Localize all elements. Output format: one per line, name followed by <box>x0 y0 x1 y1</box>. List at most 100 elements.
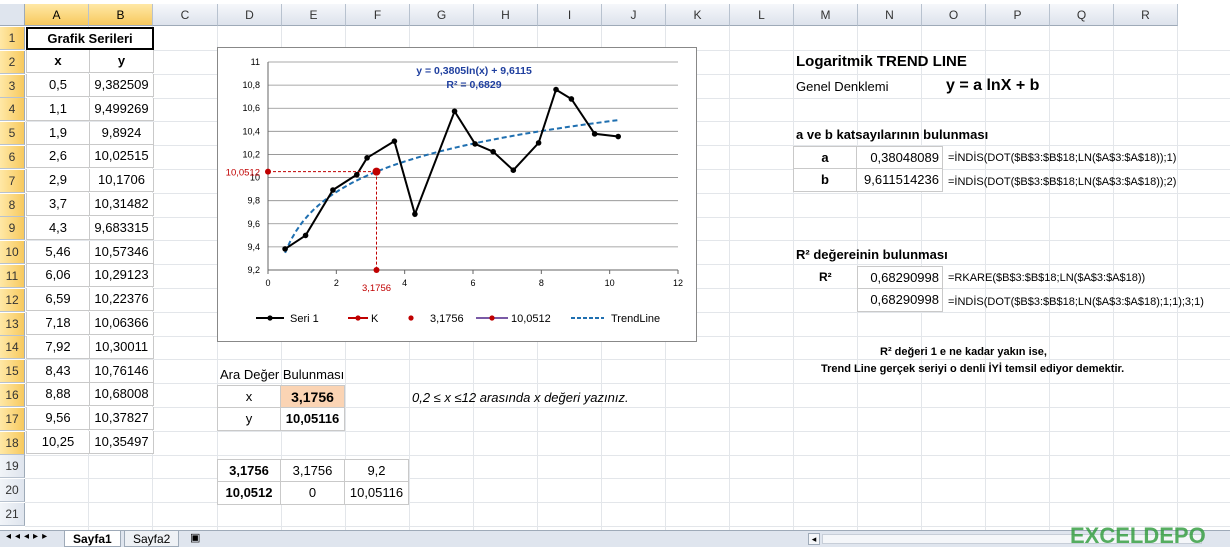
column-header-a[interactable]: A <box>25 4 89 26</box>
y-value-cell[interactable]: 10,57346 <box>90 240 154 264</box>
y-value-cell[interactable]: 10,31482 <box>90 193 154 216</box>
x-marker-point <box>373 267 380 273</box>
x-value-cell[interactable]: 1,9 <box>26 121 90 145</box>
column-header-o[interactable]: O <box>922 4 986 26</box>
x-value-cell[interactable]: 4,3 <box>26 216 90 240</box>
a-value[interactable]: 0,38048089 <box>857 146 943 169</box>
row-header-14[interactable]: 14 <box>0 336 25 360</box>
row-header-4[interactable]: 4 <box>0 98 25 122</box>
tab-nav-arrows-icon[interactable]: ◂◂◂▸▸ <box>6 531 51 542</box>
legend-k-marker <box>355 315 361 321</box>
tab-sayfa1[interactable]: Sayfa1 <box>64 531 121 547</box>
y-value-cell[interactable]: 10,30011 <box>90 335 154 359</box>
y-value-cell[interactable]: 10,06366 <box>90 312 154 335</box>
row-header-10[interactable]: 10 <box>0 241 25 265</box>
column-header-h[interactable]: H <box>474 4 538 26</box>
column-header-q[interactable]: Q <box>1050 4 1114 26</box>
row-header-8[interactable]: 8 <box>0 193 25 217</box>
column-header-i[interactable]: I <box>538 4 602 26</box>
grid-line <box>25 359 1230 361</box>
y-value-cell[interactable]: 10,02515 <box>90 145 154 169</box>
row-header-18[interactable]: 18 <box>0 431 25 455</box>
row-header-16[interactable]: 16 <box>0 384 25 407</box>
row-header-13[interactable]: 13 <box>0 312 25 336</box>
row-header-5[interactable]: 5 <box>0 122 25 146</box>
note-line-2: Trend Line gerçek seriyi o denli İYİ tem… <box>821 363 1125 375</box>
table-title-cell[interactable]: Grafik Serileri <box>26 27 154 50</box>
column-header-p[interactable]: P <box>986 4 1050 26</box>
scroll-left-icon[interactable]: ◂ <box>808 533 820 545</box>
select-all-corner[interactable] <box>0 4 25 26</box>
header-x-cell[interactable]: x <box>26 50 90 73</box>
row-header-9[interactable]: 9 <box>0 217 25 241</box>
b-value[interactable]: 9,611514236 <box>857 169 943 192</box>
column-header-l[interactable]: L <box>730 4 794 26</box>
x-value-cell[interactable]: 8,43 <box>26 359 90 383</box>
x-value-cell[interactable]: 10,25 <box>26 431 90 454</box>
insert-sheet-icon[interactable]: ▣ <box>190 531 200 544</box>
r2-value-2[interactable]: 0,68290998 <box>857 289 943 312</box>
ara-y-value[interactable]: 10,05116 <box>281 408 345 431</box>
ara-x-input[interactable]: 3,1756 <box>281 385 345 408</box>
chart-area[interactable]: 9,2 9,4 9,6 9,8 10 10,2 10,4 10,6 10,8 11 0 2 4 6 8 10 1… <box>217 47 697 342</box>
column-header-g[interactable]: G <box>410 4 474 26</box>
series-point <box>451 108 458 115</box>
tab-sayfa2[interactable]: Sayfa2 <box>124 531 180 547</box>
helper-cell[interactable]: 3,1756 <box>281 459 345 482</box>
grid-line <box>25 407 1230 408</box>
column-header-c[interactable]: C <box>153 4 218 26</box>
column-header-r[interactable]: R <box>1114 4 1178 26</box>
row-header-20[interactable]: 20 <box>0 479 25 503</box>
x-value-cell[interactable]: 6,59 <box>26 288 90 312</box>
row-header-3[interactable]: 3 <box>0 74 25 98</box>
row-header-15[interactable]: 15 <box>0 360 25 384</box>
column-header-f[interactable]: F <box>346 4 410 26</box>
y-value-cell[interactable]: 9,8924 <box>90 121 154 145</box>
x-value-cell[interactable]: 5,46 <box>26 240 90 264</box>
row-header-19[interactable]: 19 <box>0 455 25 479</box>
y-value-cell[interactable]: 9,382509 <box>90 74 154 97</box>
column-header-k[interactable]: K <box>666 4 730 26</box>
y-value-cell[interactable]: 10,1706 <box>90 169 154 193</box>
column-header-j[interactable]: J <box>602 4 666 26</box>
x-value-cell[interactable]: 3,7 <box>26 193 90 216</box>
row-header-11[interactable]: 11 <box>0 265 25 288</box>
x-value-cell[interactable]: 2,9 <box>26 169 90 193</box>
row-header-6[interactable]: 6 <box>0 146 25 169</box>
row-header-1[interactable]: 1 <box>0 27 25 50</box>
header-y-cell[interactable]: y <box>90 50 154 73</box>
row-header-7[interactable]: 7 <box>0 169 25 193</box>
r2-value-1[interactable]: 0,68290998 <box>857 266 943 289</box>
row-header-2[interactable]: 2 <box>0 50 25 74</box>
x-value-cell[interactable]: 6,06 <box>26 264 90 288</box>
column-header-d[interactable]: D <box>218 4 282 26</box>
x-value-cell[interactable]: 9,56 <box>26 407 90 431</box>
x-value-cell[interactable]: 7,92 <box>26 335 90 359</box>
x-value-cell[interactable]: 8,88 <box>26 383 90 407</box>
y-value-cell[interactable]: 10,37827 <box>90 407 154 431</box>
helper-cell[interactable]: 3,1756 <box>217 459 281 482</box>
y-value-cell[interactable]: 10,68008 <box>90 383 154 407</box>
row-header-17[interactable]: 17 <box>0 407 25 431</box>
y-value-cell[interactable]: 10,22376 <box>90 288 154 312</box>
column-header-b[interactable]: B <box>89 4 153 26</box>
x-value-cell[interactable]: 0,5 <box>26 74 90 97</box>
y-value-cell[interactable]: 10,29123 <box>90 264 154 288</box>
column-header-e[interactable]: E <box>282 4 346 26</box>
row-header-21[interactable]: 21 <box>0 503 25 526</box>
y-value-cell[interactable]: 10,76146 <box>90 359 154 383</box>
katsayi-title: a ve b katsayılarının bulunması <box>796 127 989 142</box>
x-value-cell[interactable]: 1,1 <box>26 97 90 121</box>
x-value-cell[interactable]: 7,18 <box>26 312 90 335</box>
y-value-cell[interactable]: 9,499269 <box>90 97 154 121</box>
helper-cell[interactable]: 9,2 <box>345 459 409 482</box>
helper-cell[interactable]: 10,0512 <box>217 482 281 505</box>
helper-cell[interactable]: 0 <box>281 482 345 505</box>
row-header-12[interactable]: 12 <box>0 288 25 312</box>
column-header-n[interactable]: N <box>858 4 922 26</box>
y-value-cell[interactable]: 9,683315 <box>90 216 154 240</box>
column-header-m[interactable]: M <box>794 4 858 26</box>
x-value-cell[interactable]: 2,6 <box>26 145 90 169</box>
helper-cell[interactable]: 10,05116 <box>345 482 409 505</box>
y-value-cell[interactable]: 10,35497 <box>90 431 154 454</box>
